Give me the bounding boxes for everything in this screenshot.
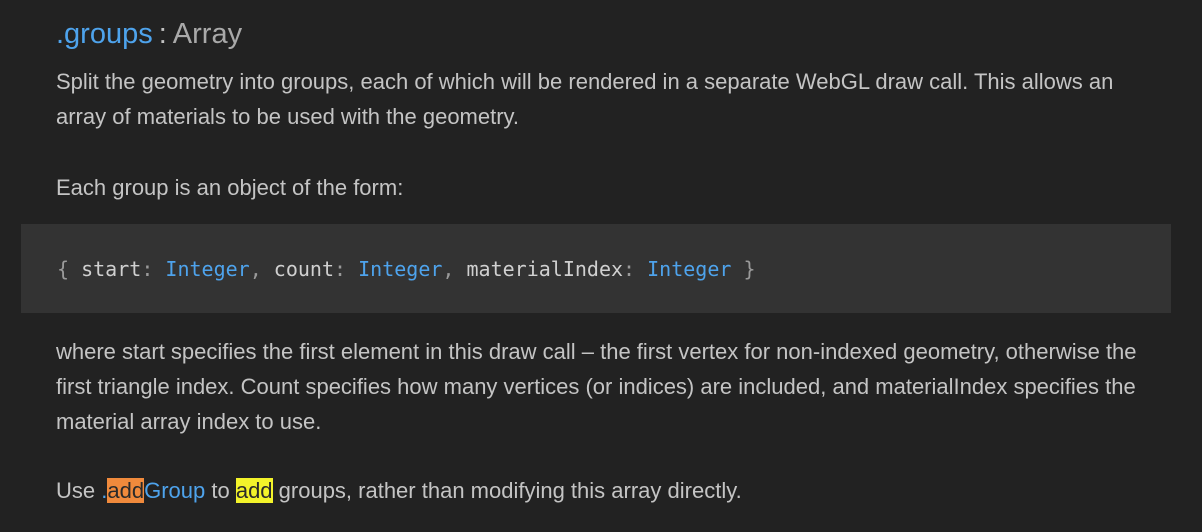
property-name: .groups (56, 18, 153, 50)
type-separator: : (158, 18, 167, 50)
code-comma: , (442, 257, 455, 281)
property-type: Array (172, 18, 243, 50)
usage-suffix: groups, rather than modifying this array… (272, 478, 742, 503)
code-open-brace: { (57, 257, 70, 281)
search-highlight-add: add (235, 478, 273, 503)
form-intro-paragraph: Each group is an object of the form: (56, 175, 404, 200)
code-colon: : (623, 257, 636, 281)
code-key-material-index: materialIndex (466, 257, 624, 281)
usage-to: to (205, 478, 236, 503)
add-group-link[interactable]: .addGroup (101, 478, 205, 503)
code-comma: , (249, 257, 262, 281)
property-heading: .groups: Array (56, 14, 242, 54)
code-close-brace: } (743, 257, 756, 281)
usage-paragraph: Use .addGroup to add groups, rather than… (56, 473, 1146, 508)
code-line: { start: Integer, count: Integer, materi… (57, 253, 756, 285)
code-key-start: start (81, 257, 142, 281)
intro-paragraph: Split the geometry into groups, each of … (56, 69, 1114, 129)
code-type-material-index: Integer (647, 257, 732, 281)
code-colon: : (334, 257, 347, 281)
usage-prefix: Use (56, 478, 102, 503)
code-block: { start: Integer, count: Integer, materi… (21, 224, 1171, 313)
explanation-paragraph: where start specifies the first element … (56, 339, 1137, 434)
code-type-start: Integer (165, 257, 250, 281)
code-key-count: count (273, 257, 335, 281)
add-group-link-rest: Group (144, 478, 206, 503)
code-type-count: Integer (358, 257, 443, 281)
add-group-link-highlight: add (107, 478, 145, 503)
code-colon: : (141, 257, 154, 281)
